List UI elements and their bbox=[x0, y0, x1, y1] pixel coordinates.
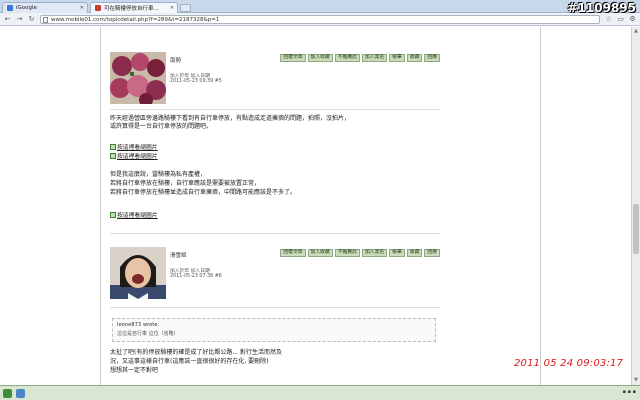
tab-label: 可在騎樓停放自行車... bbox=[104, 6, 159, 12]
post-text: 昨天經過營區旁邊路騎樓下看到有自行車停放，有點造成走道擁擠的問題，拍照，沒拍片， bbox=[110, 115, 351, 122]
post-text: 況，又這事這樣自行車(這應該一直很很好的存在化, 要刪除) bbox=[110, 358, 269, 365]
respond-button[interactable]: 回應 bbox=[424, 249, 440, 257]
post-text: 但是我這麼說，當騎樓為私有產權， bbox=[110, 171, 207, 178]
post-divider bbox=[110, 109, 440, 110]
tab-igoogle[interactable]: iGoogle ✕ bbox=[2, 2, 88, 13]
avatar[interactable] bbox=[110, 247, 166, 299]
taskbar: ▪ ▪ ▪ bbox=[0, 385, 640, 400]
post-date: 2011-05-23 07:38 #6 bbox=[170, 274, 222, 279]
tools-menu-icon[interactable]: ⚙ bbox=[628, 15, 637, 24]
page-border-left bbox=[100, 27, 101, 385]
image-link[interactable]: 按這裡看縮圖片 bbox=[110, 142, 158, 151]
username[interactable]: 南勢 bbox=[170, 56, 181, 64]
post-text: 太扯了吧(有的停放騎樓的確是成了好比鄰公路... 對行生活而然及 bbox=[110, 349, 282, 356]
user-info: 加入於年 加入日期 bbox=[170, 269, 210, 274]
tab-forum-thread[interactable]: 可在騎樓停放自行車... ✕ bbox=[90, 2, 178, 13]
reload-button[interactable]: ↻ bbox=[27, 15, 36, 24]
forward-button[interactable]: → bbox=[15, 15, 24, 24]
blacklist-button[interactable]: 加入黑名 bbox=[361, 54, 388, 62]
post-text: 若將自行車停放在騎樓，自行車應該是需要被放置正常， bbox=[110, 180, 261, 187]
image-link[interactable]: 按這裡看縮圖片 bbox=[110, 210, 158, 219]
username[interactable]: 滑雪姬 bbox=[170, 251, 187, 259]
respond-button[interactable]: 回應 bbox=[424, 54, 440, 62]
post-separator bbox=[110, 233, 440, 234]
browser-toolbar: ← → ↻ www.mobile01.com/topicdetail.php?f… bbox=[0, 13, 640, 26]
address-bar[interactable]: www.mobile01.com/topicdetail.php?f=289&t… bbox=[40, 15, 600, 24]
tab-bar: iGoogle ✕ 可在騎樓停放自行車... ✕ #1109895 bbox=[0, 0, 640, 15]
post-divider bbox=[110, 307, 440, 308]
report-button[interactable]: 檢舉 bbox=[389, 54, 405, 62]
reply-button[interactable]: 回覆文章 bbox=[280, 249, 306, 257]
close-tab-icon[interactable]: ✕ bbox=[80, 5, 84, 11]
post-actions: 回覆文章 加入收藏 不推薦此 加入黑名 檢舉 收藏 回應 bbox=[280, 54, 440, 62]
image-icon bbox=[110, 143, 116, 150]
bookmark-star-icon[interactable]: ☆ bbox=[604, 15, 613, 24]
mobile01-favicon-icon bbox=[95, 5, 101, 11]
scrollbar-thumb[interactable] bbox=[633, 204, 639, 254]
quote-author: leone873 wrote: bbox=[117, 322, 160, 328]
post-text: 或許算得是一台自行車停放的問題吧。 bbox=[110, 123, 213, 130]
image-link[interactable]: 按這裡看縮圖片 bbox=[110, 151, 158, 160]
collect-button[interactable]: 收藏 bbox=[406, 54, 423, 62]
quote-text: 這位是自行車 這位（省略） bbox=[117, 331, 179, 337]
page-border-right bbox=[540, 27, 541, 385]
scroll-up-icon[interactable]: ▲ bbox=[632, 27, 640, 35]
close-tab-icon[interactable]: ✕ bbox=[170, 5, 174, 11]
post-actions: 回覆文章 加入收藏 不推薦此 加入黑名 檢舉 收藏 回應 bbox=[280, 249, 440, 257]
user-info: 加入於年 加入日期 bbox=[170, 74, 210, 79]
blacklist-button[interactable]: 加入黑名 bbox=[361, 249, 388, 257]
report-button[interactable]: 檢舉 bbox=[389, 249, 405, 257]
back-button[interactable]: ← bbox=[3, 15, 12, 24]
scroll-down-icon[interactable]: ▼ bbox=[632, 376, 640, 384]
favorite-button[interactable]: 加入收藏 bbox=[307, 54, 333, 62]
favorite-button[interactable]: 加入收藏 bbox=[307, 249, 333, 257]
address-url: www.mobile01.com/topicdetail.php?f=289&t… bbox=[51, 17, 220, 23]
post-date: 2011-05-23 09:39 #5 bbox=[170, 79, 222, 84]
timestamp-overlay: 2011 05 24 09:03:17 bbox=[514, 358, 624, 369]
browser-taskbar-icon[interactable] bbox=[16, 389, 25, 398]
not-recommend-button[interactable]: 不推薦此 bbox=[334, 249, 360, 257]
image-icon bbox=[110, 152, 116, 159]
start-icon[interactable] bbox=[3, 389, 12, 398]
post-text: 想想其一定不對吧 bbox=[110, 367, 159, 374]
page-icon bbox=[43, 17, 48, 23]
avatar[interactable] bbox=[110, 52, 166, 104]
system-tray: ▪ ▪ ▪ bbox=[622, 389, 636, 395]
not-recommend-button[interactable]: 不推薦此 bbox=[334, 54, 360, 62]
collect-button[interactable]: 收藏 bbox=[406, 249, 423, 257]
post-text: 若將自行車停放在騎樓並造成自行車擁擠，中間路可能應該是不多了。 bbox=[110, 189, 297, 196]
image-icon bbox=[110, 211, 116, 218]
page-menu-icon[interactable]: ▭ bbox=[616, 15, 625, 24]
quote-block: leone873 wrote: 這位是自行車 這位（省略） bbox=[112, 318, 436, 342]
page-viewport: 南勢 加入於年 加入日期 2011-05-23 09:39 #5 回覆文章 加入… bbox=[0, 27, 631, 385]
google-favicon-icon bbox=[7, 5, 13, 11]
page-scrollbar[interactable]: ▲ ▼ bbox=[631, 27, 640, 385]
tab-label: iGoogle bbox=[16, 5, 37, 11]
new-tab-button[interactable] bbox=[180, 4, 191, 12]
reply-button[interactable]: 回覆文章 bbox=[280, 54, 306, 62]
